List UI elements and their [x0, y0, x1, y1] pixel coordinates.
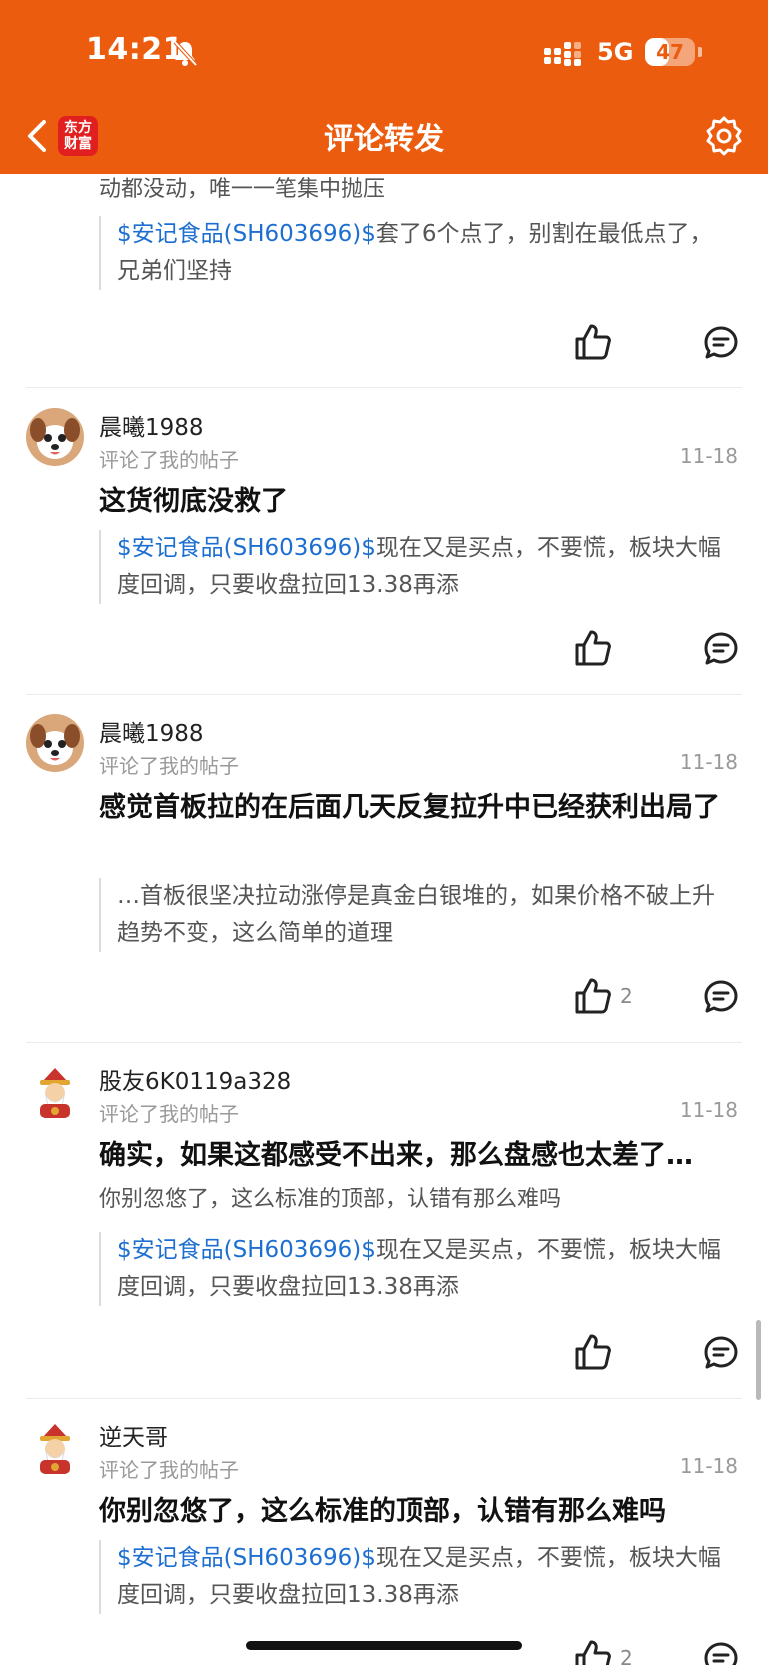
like-count: 2	[620, 984, 633, 1008]
comment-date: 11-18	[679, 750, 738, 774]
comment-date: 11-18	[679, 1098, 738, 1122]
quoted-post[interactable]: $安记食品(SH603696)$现在又是买点，不要慌，板块大幅度回调，只要收盘拉…	[99, 1232, 733, 1306]
app-header: 14:21 5G 47 东方 财富 评论转发	[0, 0, 768, 174]
battery-cap	[698, 47, 702, 57]
comment-card[interactable]: 逆天哥 评论了我的帖子 11-18 你别忽悠了，这么标准的顶部，认错有那么难吗 …	[0, 1398, 768, 1665]
action-label: 评论了我的帖子	[99, 1458, 239, 1482]
action-label: 评论了我的帖子	[99, 1102, 239, 1126]
comment-button[interactable]	[702, 978, 740, 1016]
like-button[interactable]	[573, 628, 613, 668]
comment-card[interactable]: 股友6K0119a328 评论了我的帖子 11-18 确实，如果这都感受不出来，…	[0, 1042, 768, 1398]
comment-text[interactable]: 感觉首板拉的在后面几天反复拉升中已经获利出局了	[99, 788, 731, 828]
puppy-avatar[interactable]	[26, 408, 84, 466]
battery-level: 47	[656, 40, 684, 64]
comment-button[interactable]	[702, 324, 740, 362]
like-button[interactable]	[573, 322, 613, 362]
cellular-signal-icon	[544, 42, 584, 66]
comment-button[interactable]	[702, 630, 740, 668]
comment-button[interactable]	[702, 1334, 740, 1372]
page-title: 评论转发	[324, 122, 444, 157]
battery-indicator: 47	[645, 38, 695, 66]
like-button[interactable]	[573, 976, 613, 1016]
comment-text[interactable]: 这货彻底没救了	[99, 482, 731, 522]
scrollbar[interactable]	[756, 1320, 761, 1400]
gear-icon[interactable]	[702, 114, 746, 158]
reply-text: 动都没动，唯一一笔集中抛压	[99, 177, 386, 202]
action-label: 评论了我的帖子	[99, 448, 239, 472]
home-indicator[interactable]	[246, 1641, 522, 1650]
network-type: 5G	[597, 38, 634, 66]
comment-date: 11-18	[679, 444, 738, 468]
stock-link[interactable]: $安记食品(SH603696)$	[117, 1237, 376, 1263]
comment-card[interactable]: 晨曦1988 评论了我的帖子 11-18 感觉首板拉的在后面几天反复拉升中已经获…	[0, 694, 768, 1042]
comment-card[interactable]: 晨曦1988 评论了我的帖子 11-18 这货彻底没救了 $安记食品(SH603…	[0, 388, 768, 694]
fortune-god-avatar[interactable]	[26, 1418, 84, 1476]
stock-link[interactable]: $安记食品(SH603696)$	[117, 1545, 376, 1571]
stock-link[interactable]: $安记食品(SH603696)$	[117, 535, 376, 561]
fortune-god-avatar[interactable]	[26, 1062, 84, 1120]
username[interactable]: 晨曦1988	[99, 408, 204, 442]
quoted-post[interactable]: $安记食品(SH603696)$现在又是买点，不要慌，板块大幅度回调，只要收盘拉…	[99, 530, 733, 604]
like-count: 2	[620, 1646, 633, 1665]
action-label: 评论了我的帖子	[99, 754, 239, 778]
bell-muted-icon	[170, 38, 200, 68]
quoted-post[interactable]: $安记食品(SH603696)$现在又是买点，不要慌，板块大幅度回调，只要收盘拉…	[99, 1540, 733, 1614]
comment-feed[interactable]: 动都没动，唯一一笔集中抛压 $安记食品(SH603696)$套了6个点了，别割在…	[0, 174, 768, 1665]
username[interactable]: 晨曦1988	[99, 714, 204, 748]
puppy-avatar[interactable]	[26, 714, 84, 772]
like-button[interactable]	[573, 1638, 613, 1665]
username[interactable]: 逆天哥	[99, 1418, 168, 1452]
stock-link[interactable]: $安记食品(SH603696)$	[117, 221, 376, 247]
comment-card-partial: 动都没动，唯一一笔集中抛压 $安记食品(SH603696)$套了6个点了，别割在…	[0, 174, 768, 388]
quoted-post[interactable]: …首板很坚决拉动涨停是真金白银堆的，如果价格不破上升趋势不变，这么简单的道理	[99, 878, 733, 952]
quote-text: …首板很坚决拉动涨停是真金白银堆的，如果价格不破上升趋势不变，这么简单的道理	[117, 883, 715, 946]
like-button[interactable]	[573, 1332, 613, 1372]
comment-date: 11-18	[679, 1454, 738, 1478]
reply-text: 你别忽悠了，这么标准的顶部，认错有那么难吗	[99, 1187, 562, 1212]
comment-text[interactable]: 你别忽悠了，这么标准的顶部，认错有那么难吗	[99, 1492, 731, 1532]
username[interactable]: 股友6K0119a328	[99, 1062, 291, 1096]
quoted-post[interactable]: $安记食品(SH603696)$套了6个点了，别割在最低点了，兄弟们坚持	[99, 216, 733, 290]
comment-text[interactable]: 确实，如果这都感受不出来，那么盘感也太差了…	[99, 1136, 731, 1176]
comment-button[interactable]	[702, 1640, 740, 1665]
